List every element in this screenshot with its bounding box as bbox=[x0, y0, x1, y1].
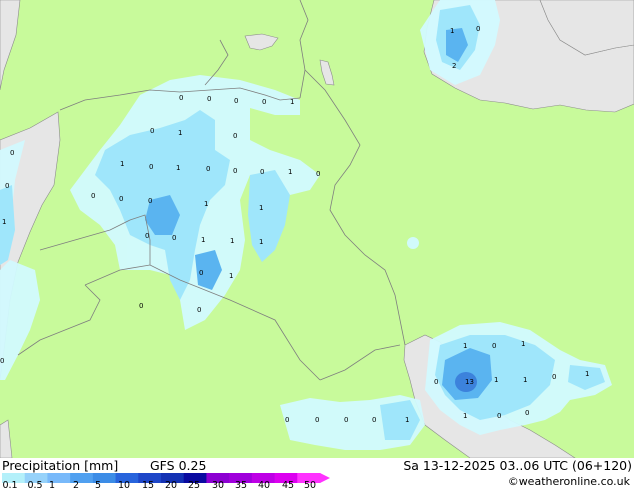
precip-value-label: 0 bbox=[344, 416, 348, 424]
precip-value-label: 0 bbox=[10, 149, 14, 157]
precip-value-label: 1 bbox=[450, 27, 454, 35]
precip-value-label: 0 bbox=[91, 192, 95, 200]
precip-value-label: 0 bbox=[148, 197, 152, 205]
precip-value-label: 1 bbox=[494, 376, 498, 384]
forecast-datetime: Sa 13-12-2025 03..06 UTC (06+120) bbox=[403, 458, 632, 473]
precip-value-label: 0 bbox=[497, 412, 501, 420]
precip-value-label: 1 bbox=[405, 416, 409, 424]
legend-tick-label: 15 bbox=[141, 480, 155, 491]
precip-value-label: 0 bbox=[5, 182, 9, 190]
precip-value-label: 1 bbox=[523, 376, 527, 384]
precip-value-label: 0 bbox=[552, 373, 556, 381]
precip-value-label: 1 bbox=[120, 160, 124, 168]
precip-value-label: 0 bbox=[207, 95, 211, 103]
precip-value-label: 13 bbox=[465, 378, 474, 386]
precip-value-label: 1 bbox=[201, 236, 205, 244]
precip-value-label: 0 bbox=[316, 170, 320, 178]
legend-tick-label: 20 bbox=[164, 480, 178, 491]
precip-value-label: 0 bbox=[172, 234, 176, 242]
precip-value-label: 0 bbox=[492, 342, 496, 350]
legend-tick-label: 35 bbox=[234, 480, 248, 491]
precip-value-label: 1 bbox=[176, 164, 180, 172]
credit-text: ©weatheronline.co.uk bbox=[507, 475, 630, 488]
precip-value-label: 1 bbox=[463, 342, 467, 350]
precip-value-label: 1 bbox=[230, 237, 234, 245]
legend-tick-label: 45 bbox=[281, 480, 295, 491]
legend-tick-label: 10 bbox=[117, 480, 131, 491]
precip-value-label: 1 bbox=[288, 168, 292, 176]
legend-arrow bbox=[320, 473, 330, 483]
legend-tick-label: 1 bbox=[48, 480, 56, 491]
precip-value-label: 1 bbox=[204, 200, 208, 208]
precip-value-label: 0 bbox=[372, 416, 376, 424]
precip-value-label: 0 bbox=[434, 378, 438, 386]
precip-value-label: 1 bbox=[259, 204, 263, 212]
model-name: GFS 0.25 bbox=[150, 458, 207, 473]
precip-value-label: 1 bbox=[229, 272, 233, 280]
precip-value-label: 0 bbox=[260, 168, 264, 176]
legend-tick-label: 50 bbox=[303, 480, 317, 491]
legend-tick-label: 25 bbox=[187, 480, 201, 491]
map-canvas: 1 0 2 0 0 0 0 1 0 1 0 0 1 0 1 0 0 0 1 0 0 0 0 0 1 1 1 0 0 1 1 1 0 1 0 0 0 1 0 1… bbox=[0, 0, 634, 458]
legend-tick-label: 40 bbox=[257, 480, 271, 491]
precip-value-label: 0 bbox=[199, 269, 203, 277]
precip-value-label: 0 bbox=[179, 94, 183, 102]
precip-value-label: 0 bbox=[206, 165, 210, 173]
precip-value-label: 0 bbox=[525, 409, 529, 417]
precip-value-label: 0 bbox=[262, 98, 266, 106]
legend-tick-label: 0.1 bbox=[2, 480, 18, 491]
precip-value-label: 1 bbox=[178, 129, 182, 137]
legend-tick-label: 30 bbox=[211, 480, 225, 491]
precip-value-label: 1 bbox=[259, 238, 263, 246]
precip-value-label: 0 bbox=[150, 127, 154, 135]
legend-tick-label: 5 bbox=[94, 480, 102, 491]
precip-value-label: 2 bbox=[452, 62, 456, 70]
precip-value-label: 0 bbox=[233, 167, 237, 175]
precip-value-label: 0 bbox=[149, 163, 153, 171]
precip-value-label: 0 bbox=[315, 416, 319, 424]
legend-tick-label: 0.5 bbox=[27, 480, 43, 491]
map-title: Precipitation [mm] bbox=[2, 458, 119, 473]
precip-value-label: 0 bbox=[476, 25, 480, 33]
precip-value-label: 0 bbox=[233, 132, 237, 140]
precip-value-label: 0 bbox=[234, 97, 238, 105]
footer-bar: Precipitation [mm] GFS 0.25 Sa 13-12-202… bbox=[0, 458, 634, 491]
precip-value-label: 0 bbox=[0, 357, 4, 365]
precip-value-label: 0 bbox=[197, 306, 201, 314]
precip-value-label: 1 bbox=[290, 98, 294, 106]
legend-tick-label: 2 bbox=[72, 480, 80, 491]
precip-value-label: 1 bbox=[463, 412, 467, 420]
precip-value-label: 1 bbox=[521, 340, 525, 348]
precip-value-label: 0 bbox=[139, 302, 143, 310]
precipitation-map: 1 0 2 0 0 0 0 1 0 1 0 0 1 0 1 0 0 0 1 0 0 0 0 0 1 1 1 0 0 1 1 1 0 1 0 0 0 1 0 1… bbox=[0, 0, 634, 458]
precip-value-label: 1 bbox=[2, 218, 6, 226]
precip-value-label: 0 bbox=[145, 232, 149, 240]
precip-value-label: 1 bbox=[585, 370, 589, 378]
precip-value-label: 0 bbox=[285, 416, 289, 424]
precip-value-label: 0 bbox=[119, 195, 123, 203]
